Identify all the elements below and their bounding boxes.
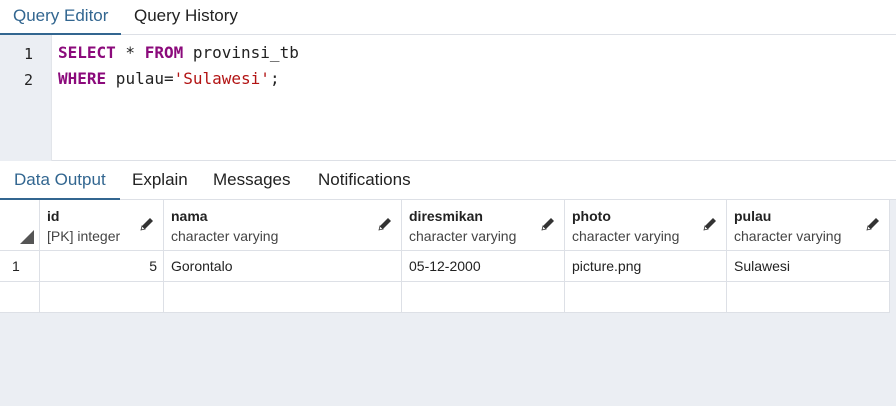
sql-editor[interactable]: 1 2 SELECT * FROM provinsi_tb WHERE pula… (0, 35, 896, 161)
row-number[interactable]: 1 (0, 251, 40, 282)
sql-string: 'Sulawesi' (173, 69, 270, 88)
data-grid: id [PK] integer nama character varying d… (0, 200, 890, 313)
table-cell-photo[interactable]: picture.png (565, 251, 727, 282)
column-type: character varying (409, 228, 517, 244)
line-number: 2 (23, 71, 33, 89)
tab-explain[interactable]: Explain (118, 161, 202, 200)
line-number: 1 (23, 45, 33, 63)
column-type: character varying (572, 228, 680, 244)
column-name: id (47, 208, 60, 224)
column-name: photo (572, 208, 611, 224)
column-header-photo[interactable]: photo character varying (565, 200, 727, 251)
code-line-1[interactable]: SELECT * FROM provinsi_tb (58, 43, 299, 62)
sql-keyword: SELECT (58, 43, 116, 62)
tab-query-editor[interactable]: Query Editor (0, 0, 122, 35)
tab-notifications[interactable]: Notifications (304, 161, 425, 200)
pencil-icon[interactable] (377, 216, 393, 232)
table-cell-nama[interactable]: Gorontalo (164, 251, 402, 282)
code-text: * (115, 43, 145, 62)
table-cell-diresmikan[interactable]: 05-12-2000 (402, 251, 565, 282)
column-header-diresmikan[interactable]: diresmikan character varying (402, 200, 565, 251)
code-line-2[interactable]: WHERE pulau='Sulawesi'; (58, 69, 280, 88)
result-tabbar: Data Output Explain Messages Notificatio… (0, 161, 896, 200)
column-name: diresmikan (409, 208, 483, 224)
table-cell-id[interactable]: 5 (40, 251, 164, 282)
data-output-panel: id [PK] integer nama character varying d… (0, 200, 896, 406)
sql-keyword: WHERE (58, 69, 107, 88)
column-name: pulau (734, 208, 772, 224)
pencil-icon[interactable] (702, 216, 718, 232)
sql-keyword: FROM (144, 43, 184, 62)
editor-tabbar: Query Editor Query History (0, 0, 896, 35)
pencil-icon[interactable] (865, 216, 881, 232)
new-row-cell[interactable] (402, 282, 565, 313)
tab-data-output[interactable]: Data Output (0, 161, 120, 200)
column-header-pulau[interactable]: pulau character varying (727, 200, 890, 251)
select-all-cell[interactable] (0, 200, 40, 251)
column-type: character varying (171, 228, 279, 244)
column-type: [PK] integer (47, 228, 121, 244)
column-header-id[interactable]: id [PK] integer (40, 200, 164, 251)
pencil-icon[interactable] (139, 216, 155, 232)
new-row-cell[interactable] (565, 282, 727, 313)
new-row-cell[interactable] (164, 282, 402, 313)
code-text: ; (269, 69, 280, 88)
column-header-nama[interactable]: nama character varying (164, 200, 402, 251)
new-row-number[interactable] (0, 282, 40, 313)
corner-triangle-icon (20, 230, 34, 244)
column-type: character varying (734, 228, 842, 244)
new-row-cell[interactable] (40, 282, 164, 313)
new-row-cell[interactable] (727, 282, 890, 313)
tab-query-history[interactable]: Query History (121, 0, 251, 35)
line-number-gutter: 1 2 (0, 35, 52, 161)
pencil-icon[interactable] (540, 216, 556, 232)
table-cell-pulau[interactable]: Sulawesi (727, 251, 890, 282)
code-text: provinsi_tb (183, 43, 299, 62)
code-text: pulau= (106, 69, 174, 88)
column-name: nama (171, 208, 208, 224)
tab-messages[interactable]: Messages (199, 161, 304, 200)
